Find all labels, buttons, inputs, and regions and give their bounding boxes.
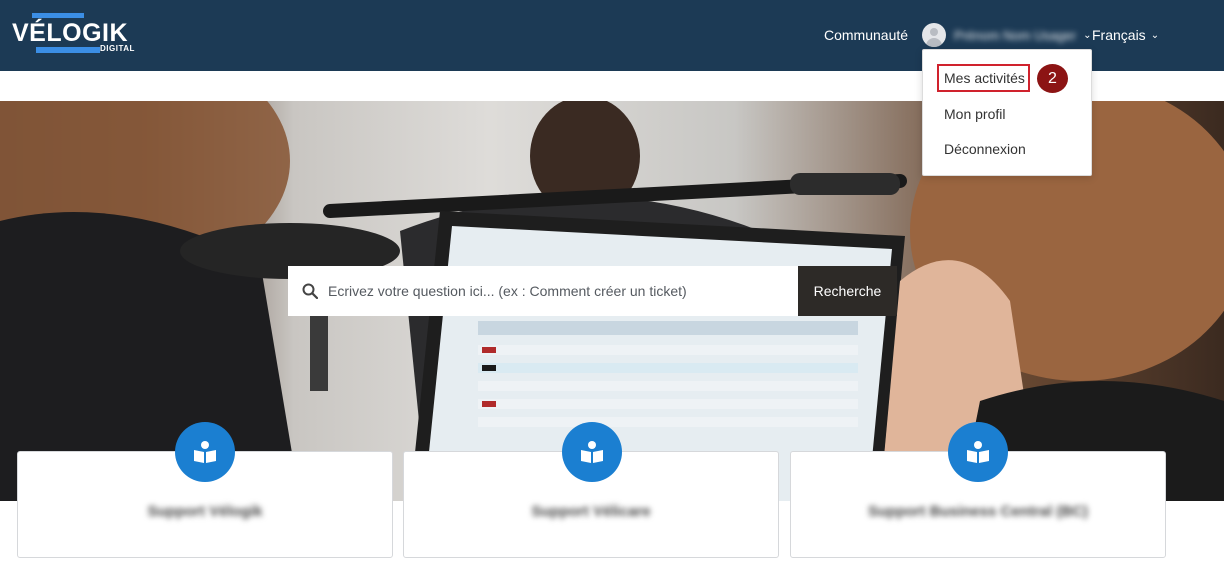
chevron-down-icon: ⌄ <box>1083 29 1092 41</box>
book-icon <box>175 422 235 482</box>
card-title: Support Business Central (BC) <box>867 503 1089 520</box>
search-icon <box>302 283 318 299</box>
card-title: Support Vélogik <box>147 503 263 520</box>
user-name: Prénom Nom Usager <box>954 27 1077 43</box>
velogik-logo[interactable]: VÉLOGIK DIGITAL <box>12 10 134 56</box>
search-button[interactable]: Recherche <box>798 266 897 316</box>
search-input[interactable]: Ecrivez votre question ici... (ex : Comm… <box>288 266 798 316</box>
highlight-box <box>937 64 1030 92</box>
avatar <box>922 23 946 47</box>
language-selector[interactable]: Français ⌄ <box>1092 27 1159 43</box>
language-label: Français <box>1092 27 1146 43</box>
logo-subtext: DIGITAL <box>100 44 135 53</box>
book-icon <box>562 422 622 482</box>
user-menu-toggle[interactable]: Prénom Nom Usager ⌄ <box>922 22 1092 48</box>
book-icon <box>948 422 1008 482</box>
logo-underline <box>36 47 100 53</box>
chevron-down-icon: ⌄ <box>1150 29 1160 41</box>
menu-item-mon-profil[interactable]: Mon profil <box>944 106 1005 122</box>
step-badge: 2 <box>1037 64 1068 93</box>
community-link[interactable]: Communauté <box>824 27 908 43</box>
search-placeholder: Ecrivez votre question ici... (ex : Comm… <box>328 283 687 299</box>
menu-item-deconnexion[interactable]: Déconnexion <box>944 141 1026 157</box>
card-title: Support Vélicare <box>531 503 651 520</box>
